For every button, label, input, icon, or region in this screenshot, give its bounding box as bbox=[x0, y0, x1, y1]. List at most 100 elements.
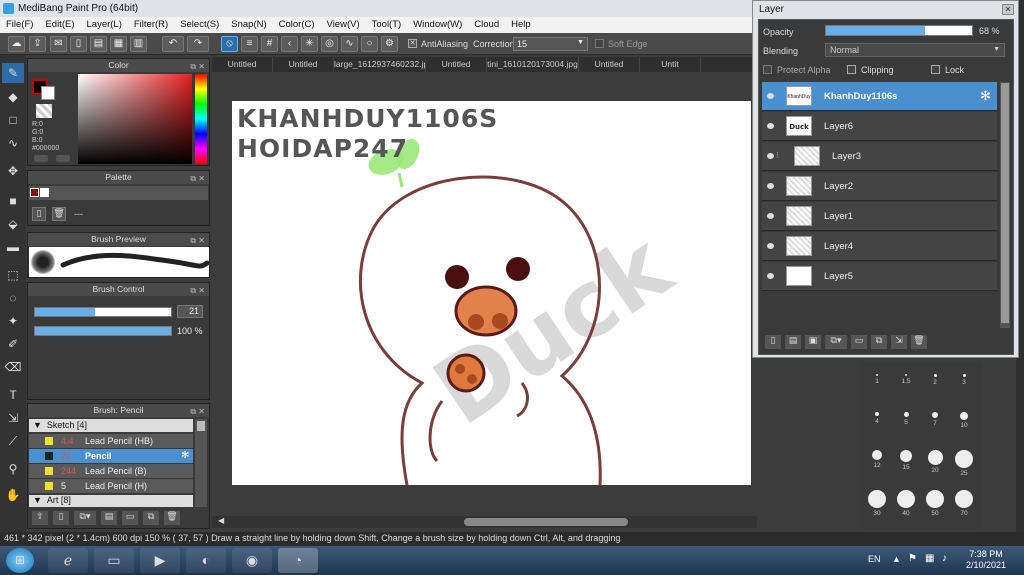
brush-item[interactable]: 4.4 Lead Pencil (HB) bbox=[29, 434, 193, 448]
blending-select[interactable]: Normal ▼ bbox=[825, 43, 1005, 57]
eyedropper-tool-icon[interactable]: ⚲ bbox=[2, 459, 24, 479]
antialiasing-checkbox[interactable]: ✕ bbox=[408, 39, 417, 48]
brush-size-preset[interactable]: 20 bbox=[922, 446, 948, 474]
brush-list-scrollbar[interactable] bbox=[195, 419, 207, 507]
grid-icon[interactable]: ▥ bbox=[130, 36, 147, 52]
layer-row-layer6[interactable]: Duck Layer6 bbox=[762, 112, 997, 141]
protect-alpha-checkbox[interactable] bbox=[763, 65, 772, 74]
brush-edit-icon[interactable]: ▤ bbox=[101, 511, 117, 525]
medibang-taskbar-icon[interactable]: ◔ bbox=[278, 548, 318, 573]
menu-view[interactable]: View(V) bbox=[321, 17, 366, 33]
panel-expand-icon[interactable]: ⧉ ✕ bbox=[190, 60, 205, 73]
visibility-eye-icon[interactable] bbox=[767, 183, 774, 189]
clipping-checkbox[interactable] bbox=[847, 65, 856, 74]
add-brush-icon[interactable]: ▯ bbox=[53, 511, 69, 525]
soft-edge-checkbox[interactable] bbox=[595, 39, 604, 48]
transparent-color-swatch[interactable] bbox=[36, 104, 52, 118]
menu-help[interactable]: Help bbox=[505, 17, 537, 33]
visibility-eye-icon[interactable] bbox=[767, 93, 774, 99]
panel-expand-icon[interactable]: ⧉ ✕ bbox=[190, 234, 205, 247]
tray-expand-icon[interactable]: ▲ bbox=[892, 554, 901, 564]
brush-size-preset[interactable]: 7 bbox=[922, 408, 948, 436]
layer-row-layer3[interactable]: ⁝ Layer3 bbox=[762, 142, 997, 171]
cloud-icon[interactable]: ☁ bbox=[8, 36, 25, 52]
snap-cross-icon[interactable]: # bbox=[261, 36, 278, 52]
menu-tool[interactable]: Tool(T) bbox=[366, 17, 408, 33]
operation-tool-icon[interactable]: ⇲ bbox=[2, 408, 24, 428]
layer-opacity-slider[interactable] bbox=[825, 25, 973, 36]
brush-size-preset[interactable]: 1 bbox=[864, 370, 890, 398]
brush-size-preset[interactable]: 70 bbox=[951, 486, 977, 517]
windows-start-icon[interactable]: ⊞ bbox=[6, 548, 34, 573]
magic-wand-tool-icon[interactable]: ✦ bbox=[2, 311, 24, 331]
lasso-tool-icon[interactable]: ◌ bbox=[2, 288, 24, 308]
coccoc-icon[interactable]: ◐ bbox=[186, 548, 226, 573]
color-mode-button[interactable] bbox=[34, 155, 48, 162]
snap-off-icon[interactable]: ⦸ bbox=[221, 36, 238, 52]
brush-group-art[interactable]: ▼ Art [8] bbox=[29, 495, 193, 507]
layer-window-titlebar[interactable]: Layer ✕ bbox=[753, 1, 1018, 18]
brush-item-selected[interactable]: 21 Pencil ✻ bbox=[29, 449, 193, 463]
visibility-eye-icon[interactable] bbox=[767, 243, 774, 249]
secondary-color-swatch[interactable] bbox=[41, 86, 55, 100]
folder-icon[interactable]: ▭ bbox=[122, 511, 138, 525]
visibility-eye-icon[interactable] bbox=[767, 123, 774, 129]
brush-opacity-slider[interactable] bbox=[34, 326, 172, 336]
save-icon[interactable]: ▤ bbox=[90, 36, 107, 52]
curve-tool-icon[interactable]: ∿ bbox=[2, 133, 24, 153]
comment-icon[interactable]: ✉ bbox=[50, 36, 67, 52]
bucket-tool-icon[interactable]: ⬙ bbox=[2, 214, 24, 234]
share-icon[interactable]: ⇪ bbox=[29, 36, 46, 52]
select-rect-tool-icon[interactable]: ⬚ bbox=[2, 265, 24, 285]
tab-tini-jpg[interactable]: tini_1610120173004.jpg bbox=[487, 57, 579, 72]
select-eraser-tool-icon[interactable]: ⌫ bbox=[2, 357, 24, 377]
brush-size-value[interactable]: 21 bbox=[177, 305, 203, 318]
brush-tool-icon[interactable]: ✎ bbox=[2, 63, 24, 83]
brush-size-preset[interactable]: 50 bbox=[922, 486, 948, 517]
tab-untitled[interactable]: Untitled bbox=[579, 57, 640, 72]
menu-file[interactable]: File(F) bbox=[0, 17, 39, 33]
add-halftone-layer-icon[interactable]: ▤ bbox=[785, 335, 801, 349]
menu-filter[interactable]: Filter(R) bbox=[128, 17, 174, 33]
add-palette-icon[interactable]: ▯ bbox=[32, 207, 46, 221]
menu-edit[interactable]: Edit(E) bbox=[39, 17, 80, 33]
merge-layer-icon[interactable]: ⇲ bbox=[891, 335, 907, 349]
correction-select[interactable]: 15 ▼ bbox=[513, 37, 588, 51]
close-icon[interactable]: ✕ bbox=[1002, 4, 1014, 15]
language-indicator[interactable]: EN bbox=[868, 554, 881, 564]
duplicate-layer-icon[interactable]: ⧉ bbox=[871, 335, 887, 349]
brush-item[interactable]: 244 Lead Pencil (B) bbox=[29, 464, 193, 478]
hand-tool-icon[interactable]: ✋ bbox=[2, 485, 24, 505]
menu-cloud[interactable]: Cloud bbox=[468, 17, 505, 33]
duplicate-icon[interactable]: ⧉ bbox=[143, 511, 159, 525]
redo-icon[interactable]: ↷ bbox=[187, 36, 209, 52]
divide-tool-icon[interactable]: ⟋ bbox=[2, 431, 24, 451]
brush-size-preset[interactable]: 15 bbox=[893, 446, 919, 474]
snap-settings-icon[interactable]: ⚙ bbox=[381, 36, 398, 52]
delete-brush-icon[interactable]: 🗑 bbox=[164, 511, 180, 525]
file-explorer-icon[interactable]: ▭ bbox=[94, 548, 134, 573]
brush-size-slider[interactable] bbox=[34, 307, 172, 317]
gear-icon[interactable]: ✻ bbox=[980, 88, 991, 104]
color-saturation-field[interactable] bbox=[78, 74, 192, 164]
media-player-icon[interactable]: ▶ bbox=[140, 548, 180, 573]
brush-size-preset[interactable]: 5 bbox=[893, 408, 919, 436]
visibility-eye-icon[interactable] bbox=[767, 213, 774, 219]
delete-palette-icon[interactable]: 🗑 bbox=[52, 207, 66, 221]
brush-size-preset[interactable]: 1.5 bbox=[893, 370, 919, 398]
delete-layer-icon[interactable]: 🗑 bbox=[911, 335, 927, 349]
snap-curve-icon[interactable]: ∿ bbox=[341, 36, 358, 52]
tab-untitled[interactable]: Untitled bbox=[273, 57, 334, 72]
brush-size-preset[interactable]: 12 bbox=[864, 446, 890, 474]
folder-icon[interactable]: ▭ bbox=[851, 335, 867, 349]
snap-vanish-icon[interactable]: ‹ bbox=[281, 36, 298, 52]
layer-list-scrollbar[interactable] bbox=[1000, 82, 1010, 328]
brush-item[interactable]: 5 Lead Pencil (H) bbox=[29, 479, 193, 493]
snap-circle-icon[interactable]: ◎ bbox=[321, 36, 338, 52]
visibility-eye-icon[interactable] bbox=[767, 153, 774, 159]
network-icon[interactable]: ▦ bbox=[925, 553, 934, 564]
add-layer-menu-icon[interactable]: ⧉▾ bbox=[825, 335, 847, 349]
brush-size-preset[interactable]: 30 bbox=[864, 486, 890, 517]
drawing-canvas[interactable]: Duck KHANHDUY1106S HOIDAP247 bbox=[232, 101, 751, 485]
tab-untitled-partial[interactable]: Untit bbox=[640, 57, 701, 72]
